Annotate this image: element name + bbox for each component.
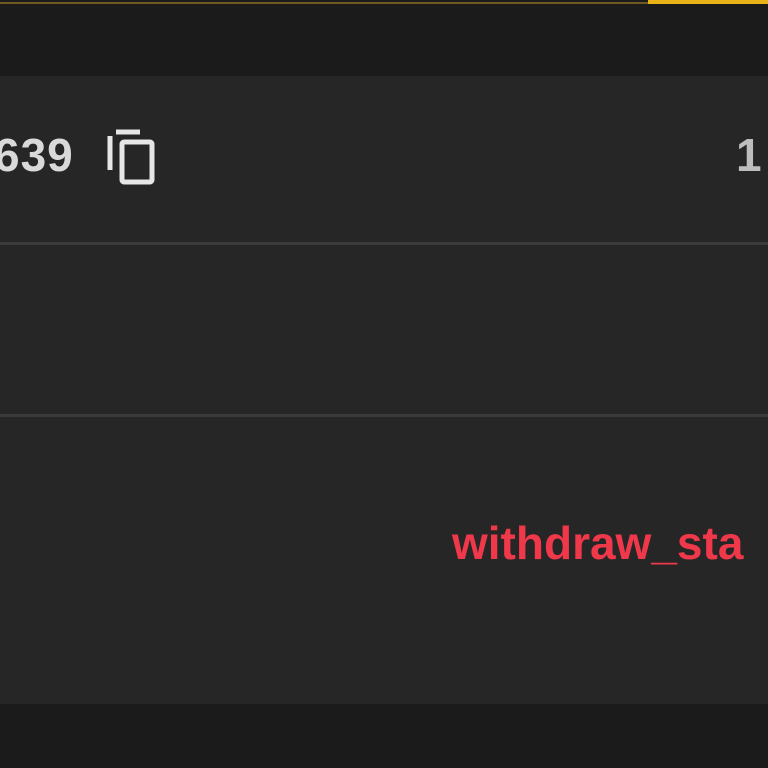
top-accent-line (0, 2, 648, 4)
record-row-empty (0, 246, 768, 414)
status-label: withdraw_sta (452, 517, 744, 569)
record-row-address: 639 1 (0, 76, 768, 242)
row-divider (0, 242, 768, 245)
top-accent-highlight (648, 0, 768, 4)
top-accent-bar (0, 0, 768, 4)
right-value: 1 (736, 129, 762, 181)
address-value: 639 (0, 129, 74, 181)
row-divider (0, 414, 768, 417)
record-card: 639 1 (0, 76, 768, 704)
copy-icon[interactable] (106, 128, 160, 186)
